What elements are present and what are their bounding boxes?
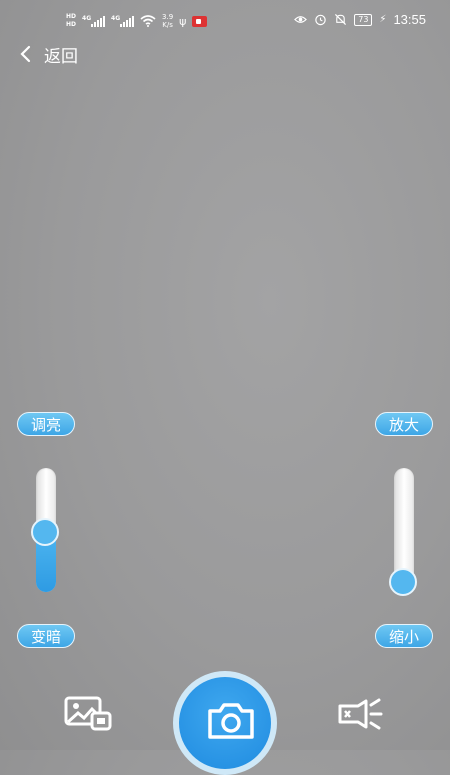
hd-bottom-label: HD <box>66 21 77 28</box>
shutter-button[interactable] <box>173 671 277 775</box>
battery-level: 73 <box>354 13 373 26</box>
zoom-in-button[interactable]: 放大 <box>375 412 433 436</box>
usb-icon: ψ <box>179 14 187 28</box>
signal-icon-sim1: 4G <box>82 15 106 27</box>
hd-indicator: HD HD <box>66 13 76 29</box>
eye-comfort-icon <box>294 16 308 23</box>
brightness-slider[interactable] <box>31 468 59 592</box>
signal-icon-sim2: 4G <box>111 15 135 27</box>
network-speed: 3.9 K/s <box>162 13 173 29</box>
screen-record-icon <box>192 15 208 27</box>
back-button[interactable]: 返回 <box>18 42 78 67</box>
gallery-icon[interactable] <box>64 695 112 731</box>
back-chevron-icon <box>20 45 31 63</box>
clock: 13:55 <box>393 12 426 27</box>
mute-bell-icon <box>335 13 347 26</box>
brighten-button[interactable]: 调亮 <box>17 412 75 436</box>
wifi-icon <box>140 15 156 27</box>
sim1-gen-label: 4G <box>82 15 92 22</box>
hd-top-label: HD <box>66 13 77 20</box>
status-left: HD HD 4G 4G 3.9 K/s ψ <box>66 10 208 32</box>
zoom-out-button[interactable]: 缩小 <box>375 624 433 648</box>
back-label: 返回 <box>44 46 78 67</box>
sim2-gen-label: 4G <box>111 15 121 22</box>
speed-unit: K/s <box>162 21 173 29</box>
brightness-thumb[interactable] <box>31 518 59 547</box>
charging-icon: ⚡ <box>379 14 387 25</box>
zoom-slider[interactable] <box>389 468 417 596</box>
status-bar: HD HD 4G 4G 3.9 K/s ψ 73 ⚡ 13:55 <box>0 0 450 42</box>
shutter-inner <box>179 677 271 769</box>
camera-icon <box>208 703 254 739</box>
status-right: 73 ⚡ 13:55 <box>294 12 426 27</box>
zoom-thumb[interactable] <box>389 568 417 596</box>
flashlight-icon[interactable] <box>336 697 384 731</box>
darken-button[interactable]: 变暗 <box>17 624 75 648</box>
alarm-icon <box>315 14 326 26</box>
speed-value: 3.9 <box>162 13 174 21</box>
